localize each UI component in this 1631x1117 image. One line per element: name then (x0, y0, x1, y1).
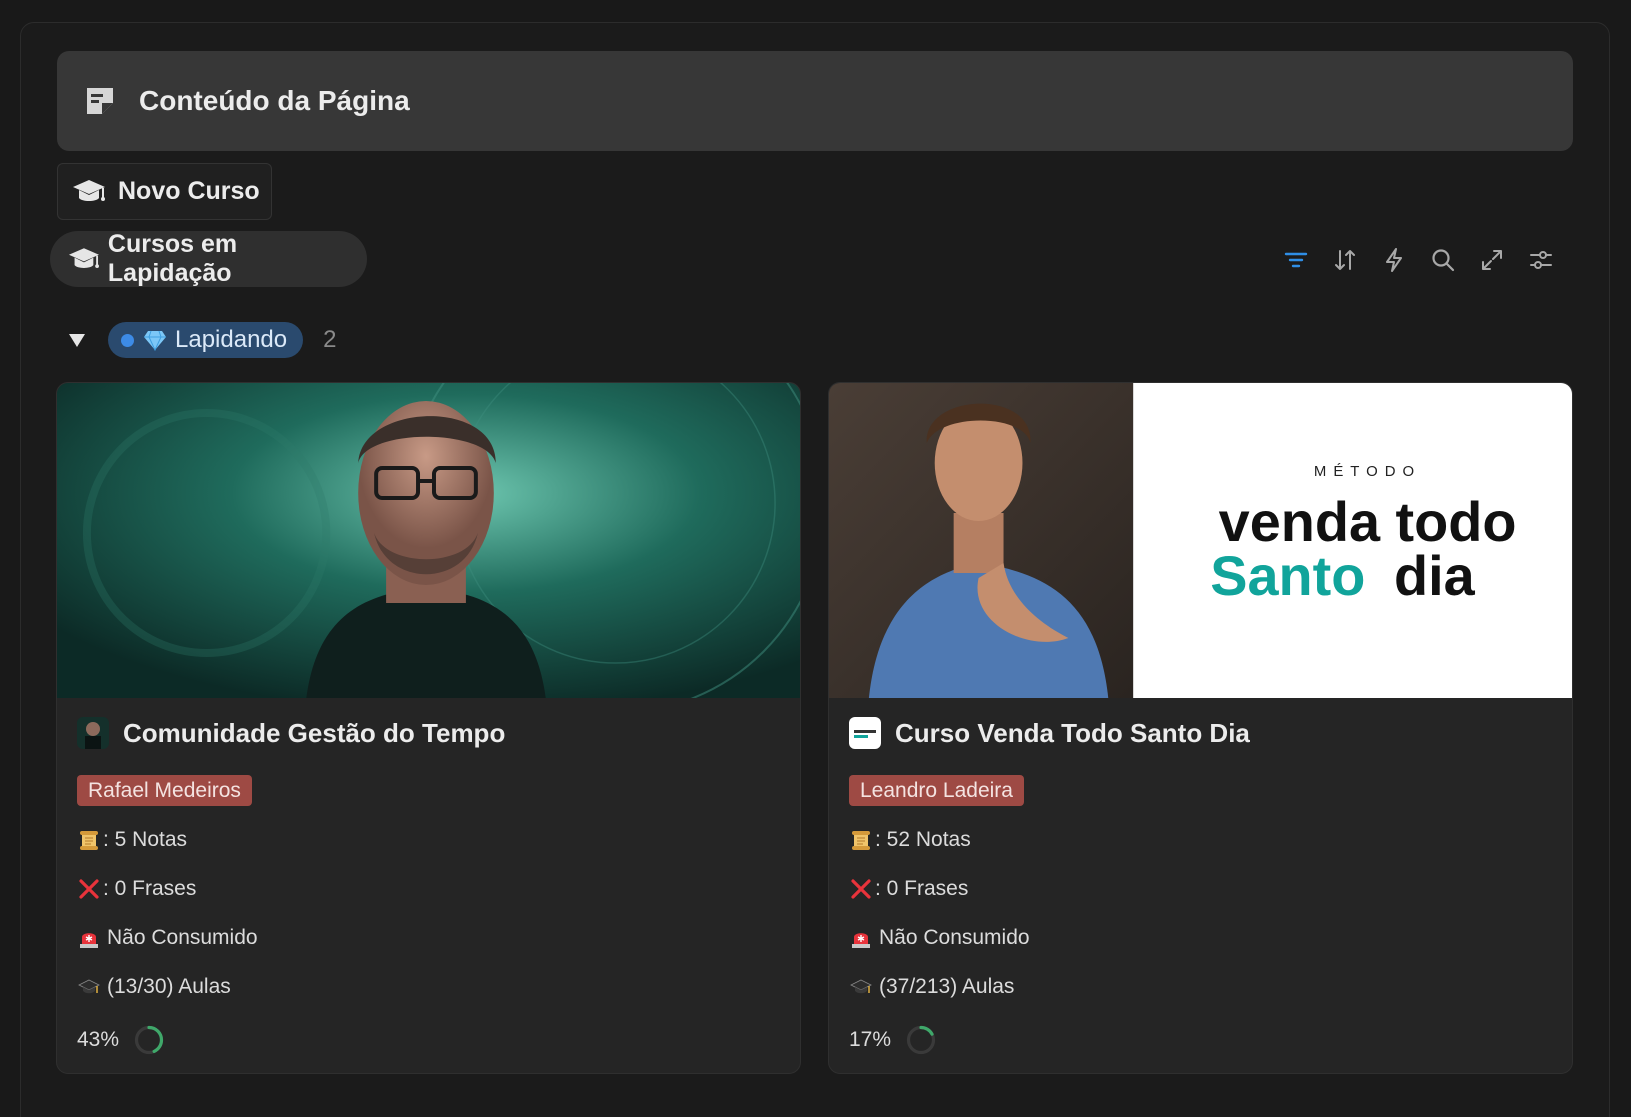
frases-value: : 0 Frases (875, 877, 969, 900)
status-property: Não Consumido (849, 926, 1030, 950)
cover-small-text: MÉTODO (1314, 463, 1421, 480)
aulas-value: (37/213) Aulas (879, 975, 1015, 998)
course-title-row: Curso Venda Todo Santo Dia (849, 717, 1250, 749)
scroll-icon (77, 828, 101, 852)
group-label: Lapidando (175, 326, 288, 353)
aulas-property: (13/30) Aulas (77, 975, 231, 999)
progress-ring (134, 1025, 164, 1055)
course-cover-image (57, 383, 800, 698)
sort-button[interactable] (1331, 246, 1359, 274)
sort-icon (1335, 250, 1355, 270)
aulas-property: (37/213) Aulas (849, 975, 1014, 999)
status-value: Não Consumido (879, 926, 1030, 949)
course-title: Curso Venda Todo Santo Dia (895, 717, 1250, 748)
cover-line2b: dia (1394, 544, 1476, 607)
status-dot (121, 333, 134, 347)
settings-sliders-icon (1530, 251, 1552, 269)
notes-value: : 52 Notas (875, 828, 971, 851)
search-button[interactable] (1429, 246, 1457, 274)
document-icon (87, 88, 113, 114)
frases-property: : 0 Frases (77, 877, 196, 901)
new-course-label: Novo Curso (118, 177, 260, 205)
group-pill: Lapidando (108, 322, 304, 358)
cross-mark-icon (849, 877, 873, 901)
course-cover-image: MÉTODO venda todo Santo dia (829, 383, 1572, 698)
view-tab-label: Cursos em Lapidação (107, 230, 238, 287)
course-card[interactable]: MÉTODO venda todo Santo dia Curso Venda … (828, 382, 1573, 1074)
progress-property: 17% (849, 1024, 937, 1056)
new-course-button[interactable]: Novo Curso (57, 163, 272, 220)
gem-icon (144, 330, 166, 351)
siren-icon (849, 926, 873, 950)
cross-mark-icon (77, 877, 101, 901)
scroll-icon (849, 828, 873, 852)
graduation-cap-icon (77, 975, 101, 999)
notes-value: : 5 Notas (103, 828, 188, 851)
status-property: Não Consumido (77, 926, 258, 950)
course-title-row: Comunidade Gestão do Tempo (77, 717, 505, 749)
callout-title: Conteúdo da Página (139, 85, 410, 116)
author-tag: Leandro Ladeira (849, 775, 1024, 806)
graduation-cap-icon (68, 247, 99, 268)
search-icon (1432, 249, 1455, 272)
author-tag: Rafael Medeiros (77, 775, 252, 806)
cover-line2a: Santo (1210, 544, 1365, 607)
graduation-cap-icon (849, 975, 873, 999)
progress-label: 17% (849, 1028, 892, 1051)
filter-button[interactable] (1282, 246, 1310, 274)
group-count: 2 (323, 326, 337, 353)
settings-button[interactable] (1527, 246, 1555, 274)
notes-property: : 5 Notas (77, 828, 187, 852)
graduation-cap-icon (73, 179, 105, 201)
filter-icon (1284, 252, 1308, 268)
progress-ring (906, 1025, 936, 1055)
siren-icon (77, 926, 101, 950)
tab-cursos-em-lapidacao[interactable]: Cursos em Lapidação (50, 230, 367, 287)
caret-down-icon[interactable] (66, 329, 88, 351)
course-title: Comunidade Gestão do Tempo (123, 717, 506, 748)
frases-property: : 0 Frases (849, 877, 968, 901)
course-thumbnail-icon (849, 717, 881, 749)
course-thumbnail-icon (77, 717, 109, 749)
aulas-value: (13/30) Aulas (107, 975, 231, 998)
status-value: Não Consumido (107, 926, 258, 949)
notes-property: : 52 Notas (849, 828, 971, 852)
page-content-callout: Conteúdo da Página (57, 51, 1573, 151)
lightning-icon (1386, 248, 1402, 272)
course-card[interactable]: Comunidade Gestão do Tempo Rafael Medeir… (56, 382, 801, 1074)
frases-value: : 0 Frases (103, 877, 197, 900)
expand-button[interactable] (1478, 246, 1506, 274)
automation-button[interactable] (1380, 246, 1408, 274)
progress-property: 43% (77, 1024, 165, 1056)
expand-icon (1482, 250, 1502, 270)
progress-label: 43% (77, 1028, 120, 1051)
view-toolbar (1282, 246, 1555, 274)
group-header: Lapidando 2 (66, 322, 336, 358)
